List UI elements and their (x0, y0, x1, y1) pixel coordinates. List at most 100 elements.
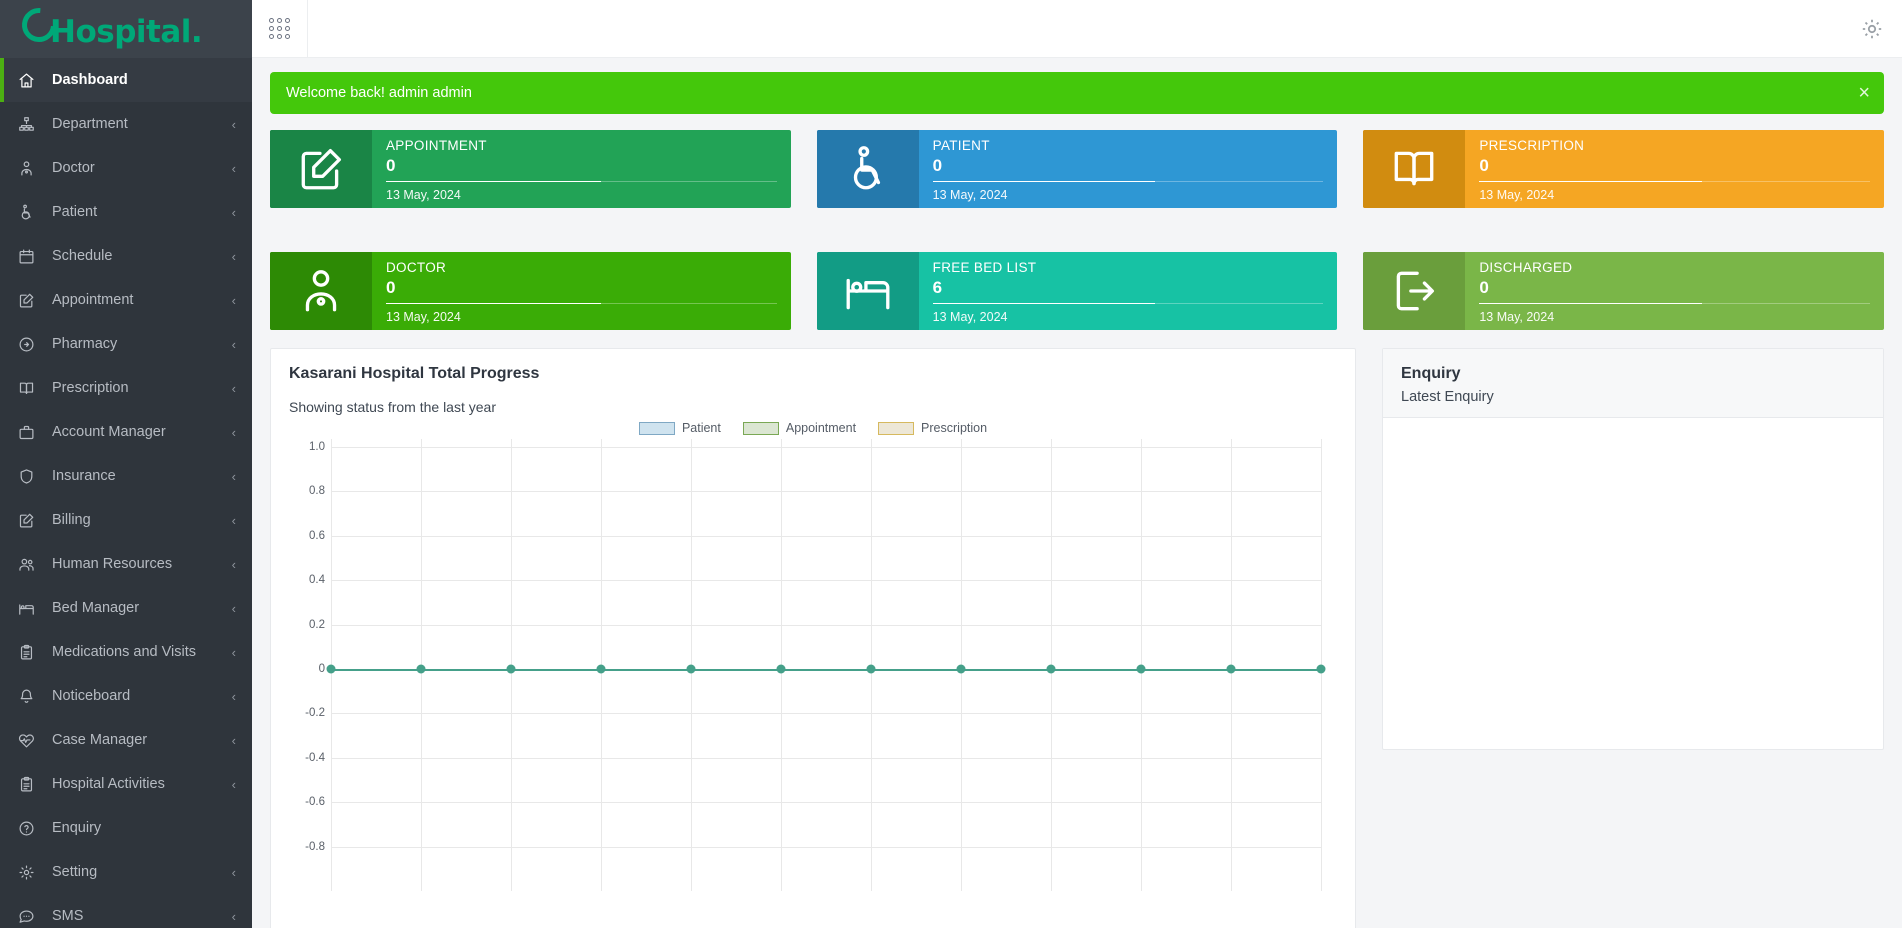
enquiry-header: Enquiry Latest Enquiry (1383, 349, 1883, 418)
stat-card-appointment[interactable]: APPOINTMENT 0 13 May, 2024 (270, 130, 791, 208)
sidebar-item-schedule[interactable]: Schedule ‹ (0, 234, 252, 278)
chat-icon (18, 908, 44, 925)
legend-item-appointment[interactable]: Appointment (742, 421, 857, 435)
sidebar-item-dashboard[interactable]: Dashboard (0, 58, 252, 102)
chart-gridline (331, 846, 1321, 848)
chart-data-point[interactable] (416, 664, 426, 674)
edit-square-icon (18, 292, 44, 309)
sidebar-item-label: Billing (52, 512, 91, 528)
sidebar-item-insurance[interactable]: Insurance ‹ (0, 454, 252, 498)
y-axis-tick: 1.0 (309, 441, 325, 453)
gear-icon (18, 864, 44, 881)
grid-dots-icon (269, 18, 290, 39)
chevron-left-icon[interactable]: ‹ (232, 734, 236, 747)
sidebar-item-sms[interactable]: SMS ‹ (0, 894, 252, 928)
chart-data-point[interactable] (956, 664, 966, 674)
chevron-left-icon[interactable]: ‹ (232, 866, 236, 879)
sitemap-icon (18, 116, 44, 133)
chevron-left-icon[interactable]: ‹ (232, 602, 236, 615)
sidebar-item-pharmacy[interactable]: Pharmacy ‹ (0, 322, 252, 366)
legend-item-patient[interactable]: Patient (638, 421, 721, 435)
sidebar-item-hospital-activities[interactable]: Hospital Activities ‹ (0, 762, 252, 806)
legend-swatch (742, 421, 779, 435)
stat-card-value: 0 (386, 277, 396, 297)
wheelchair-icon (816, 130, 919, 208)
stat-card-title: DOCTOR (386, 260, 447, 275)
stat-card-body: APPOINTMENT 0 13 May, 2024 (372, 130, 791, 208)
chevron-left-icon[interactable]: ‹ (232, 382, 236, 395)
chevron-left-icon[interactable]: ‹ (232, 162, 236, 175)
sidebar-item-account-manager[interactable]: Account Manager ‹ (0, 410, 252, 454)
chart-data-point[interactable] (866, 664, 876, 674)
sidebar-item-human-resources[interactable]: Human Resources ‹ (0, 542, 252, 586)
sidebar-item-noticeboard[interactable]: Noticeboard ‹ (0, 674, 252, 718)
chevron-left-icon[interactable]: ‹ (232, 690, 236, 703)
grid-menu-toggle[interactable] (252, 0, 308, 57)
chart-data-point[interactable] (1226, 664, 1236, 674)
chevron-left-icon[interactable]: ‹ (232, 118, 236, 131)
chevron-left-icon[interactable]: ‹ (232, 558, 236, 571)
chart-series-line (331, 669, 1321, 671)
chart-gridline (331, 447, 1321, 448)
y-axis-tick: 0 (318, 663, 325, 675)
chevron-left-icon[interactable]: ‹ (232, 646, 236, 659)
bed-icon (816, 252, 919, 330)
sidebar-item-setting[interactable]: Setting ‹ (0, 850, 252, 894)
legend-item-prescription[interactable]: Prescription (878, 421, 987, 435)
chevron-left-icon[interactable]: ‹ (232, 470, 236, 483)
stat-card-value: 0 (1479, 155, 1489, 175)
stat-card-date: 13 May, 2024 (386, 188, 461, 202)
chevron-left-icon[interactable]: ‹ (232, 338, 236, 351)
chart-data-point[interactable] (1316, 664, 1326, 674)
legend-label: Appointment (785, 421, 857, 435)
sidebar-item-label: Insurance (52, 468, 116, 484)
sidebar-item-prescription[interactable]: Prescription ‹ (0, 366, 252, 410)
sidebar-item-doctor[interactable]: Doctor ‹ (0, 146, 252, 190)
stat-card-prescription[interactable]: PRESCRIPTION 0 13 May, 2024 (1363, 130, 1884, 208)
close-icon[interactable]: × (1858, 83, 1870, 103)
chevron-left-icon[interactable]: ‹ (232, 514, 236, 527)
sidebar-item-bed-manager[interactable]: Bed Manager ‹ (0, 586, 252, 630)
stat-card-body: PATIENT 0 13 May, 2024 (919, 130, 1338, 208)
chevron-left-icon[interactable]: ‹ (232, 250, 236, 263)
sidebar-item-label: Prescription (52, 380, 129, 396)
stat-card-date: 13 May, 2024 (1479, 188, 1555, 202)
stat-card-title: APPOINTMENT (386, 138, 487, 153)
chart-data-point[interactable] (1046, 664, 1056, 674)
chart-data-point[interactable] (326, 664, 336, 674)
chevron-left-icon[interactable]: ‹ (232, 294, 236, 307)
sidebar-item-patient[interactable]: Patient ‹ (0, 190, 252, 234)
chart-data-point[interactable] (596, 664, 606, 674)
chevron-left-icon[interactable]: ‹ (232, 206, 236, 219)
y-axis-tick: -0.2 (305, 707, 325, 720)
sidebar: Hospital. Dashboard Department ‹ Doctor ‹ Pat… (0, 0, 252, 928)
sidebar-item-billing[interactable]: Billing ‹ (0, 498, 252, 542)
chevron-left-icon[interactable]: ‹ (232, 426, 236, 439)
welcome-message: Welcome back! admin admin (286, 85, 472, 101)
sidebar-item-appointment[interactable]: Appointment ‹ (0, 278, 252, 322)
settings-gear-icon[interactable] (1860, 17, 1884, 41)
sidebar-item-enquiry[interactable]: Enquiry (0, 806, 252, 850)
progress-panel: Kasarani Hospital Total Progress Showing… (270, 348, 1356, 928)
sidebar-item-department[interactable]: Department ‹ (0, 102, 252, 146)
sidebar-item-case-manager[interactable]: Case Manager ‹ (0, 718, 252, 762)
shield-icon (18, 468, 44, 485)
chevron-left-icon[interactable]: ‹ (232, 910, 236, 923)
logo-area[interactable]: Hospital. (0, 0, 252, 58)
stat-card-body: PRESCRIPTION 0 13 May, 2024 (1465, 130, 1884, 208)
stat-card-free-bed-list[interactable]: FREE BED LIST 6 13 May, 2024 (816, 252, 1338, 330)
chevron-left-icon[interactable]: ‹ (232, 778, 236, 791)
chart-data-point[interactable] (686, 664, 696, 674)
progress-panel-subtitle: Showing status from the last year (289, 399, 496, 415)
briefcase-icon (18, 424, 44, 441)
chart-data-point[interactable] (776, 664, 786, 674)
wheelchair-icon (18, 204, 44, 221)
stat-card-discharged[interactable]: DISCHARGED 0 13 May, 2024 (1363, 252, 1884, 330)
stat-card-progress (386, 181, 777, 182)
chart-data-point[interactable] (1136, 664, 1146, 674)
chart-data-point[interactable] (506, 664, 516, 674)
sidebar-item-medications-and-visits[interactable]: Medications and Visits ‹ (0, 630, 252, 674)
y-axis-tick: -0.8 (305, 840, 325, 853)
stat-card-patient[interactable]: PATIENT 0 13 May, 2024 (816, 130, 1338, 208)
stat-card-doctor[interactable]: DOCTOR 0 13 May, 2024 (270, 252, 791, 330)
